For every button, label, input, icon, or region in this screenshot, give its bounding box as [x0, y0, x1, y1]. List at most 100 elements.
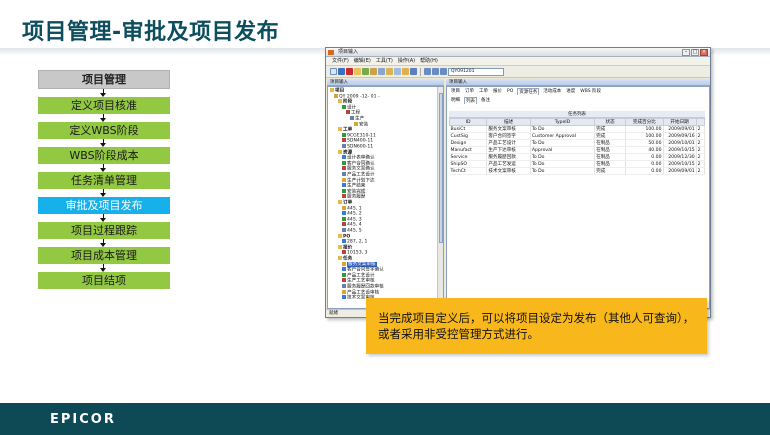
flow-step-1[interactable]: 定义项目核准	[38, 97, 170, 114]
project-id-input[interactable]: QY091201	[448, 67, 504, 76]
flow-step-6[interactable]: 项目过程跟踪	[38, 222, 170, 239]
table-cell: 0.00	[625, 167, 664, 175]
table-cell: 40.00	[625, 146, 664, 154]
sub-tab-1[interactable]: 列表	[464, 97, 477, 104]
menu-edit[interactable]: 编辑(E)	[354, 57, 371, 65]
delete-icon[interactable]	[346, 68, 353, 75]
table-cell: To Do	[530, 167, 596, 175]
column-header[interactable]: ID	[448, 118, 488, 126]
task-grid[interactable]: ID 描述 TypeID 状态 完成百分比 开始日期 BusiCt 服务文案审核 To Do 完…	[448, 118, 706, 175]
tree-scrollbar[interactable]	[437, 87, 443, 308]
tree-node[interactable]: 安装	[354, 121, 369, 128]
table-cell: To Do	[530, 153, 596, 161]
copy-icon[interactable]	[394, 68, 401, 75]
flow-header: 项目管理	[38, 70, 170, 89]
column-header[interactable]: 状态	[594, 118, 627, 126]
column-header[interactable]: 描述	[486, 118, 531, 126]
flow-step-3[interactable]: WBS阶段成本	[38, 147, 170, 164]
table-row[interactable]: CustSig 客户合同签字 Customer Approval 完成 100.00 20…	[449, 132, 706, 140]
folder-icon	[338, 149, 342, 154]
main-tab-2[interactable]: 工单	[478, 88, 489, 95]
node-icon	[342, 278, 346, 283]
table-row[interactable]: Service 服务履歷回款 To Do 在制品 0.00 2009/12/30 2	[449, 153, 706, 161]
menu-actions[interactable]: 操作(A)	[398, 57, 415, 65]
main-tab-4[interactable]: PO	[506, 88, 514, 95]
table-cell: 2	[696, 153, 706, 161]
nav-prev-icon[interactable]	[432, 68, 439, 75]
main-tab-bar: 项目 订单 工单 报价 PO 资源任务 活动成本 进度 WBS 阶段	[447, 88, 602, 95]
open-icon[interactable]	[354, 68, 361, 75]
folder-icon	[338, 127, 342, 132]
table-row[interactable]: Manufact 生产下达审核 Approval 在制品 40.00 2009/10/15…	[449, 146, 706, 154]
node-icon	[342, 222, 346, 227]
paste-icon[interactable]	[402, 68, 409, 75]
node-icon	[342, 284, 346, 288]
undo-icon[interactable]	[410, 68, 417, 75]
table-cell: Customer Approval	[530, 132, 596, 140]
table-cell: CustSig	[449, 132, 488, 140]
node-icon	[342, 188, 346, 193]
table-cell: Approval	[530, 146, 596, 154]
flow-step-2[interactable]: 定义WBS阶段	[38, 122, 170, 139]
flow-arrow	[38, 189, 170, 197]
main-tab-5[interactable]: 资源任务	[517, 88, 540, 95]
table-cell: 2009/09/01	[663, 167, 697, 175]
print-icon[interactable]	[378, 68, 385, 75]
main-tab-1[interactable]: 订单	[464, 88, 475, 95]
main-tab-7[interactable]: 进度	[565, 88, 576, 95]
table-cell: 100.00	[625, 132, 664, 140]
maximize-icon[interactable]: □	[691, 49, 699, 56]
menu-file[interactable]: 文件(F)	[332, 57, 349, 65]
flow-arrow	[38, 89, 170, 97]
table-cell: Design	[449, 139, 488, 147]
table-cell: 2009/10/15	[663, 146, 697, 154]
window-titlebar[interactable]: 项目输入 – □ ×	[326, 48, 710, 57]
table-cell: 完成	[594, 167, 627, 175]
folder-icon	[338, 256, 342, 260]
node-icon	[342, 177, 346, 182]
nav-next-icon[interactable]	[440, 68, 447, 75]
main-tab-6[interactable]: 活动成本	[542, 88, 562, 95]
table-row[interactable]: Design 产品工艺设计 To Do 在制品 50.00 2009/10/01 2	[449, 139, 706, 147]
node-icon	[342, 228, 346, 232]
close-icon[interactable]: ×	[700, 49, 708, 56]
cut-icon[interactable]	[386, 68, 393, 75]
main-tab-3[interactable]: 报价	[492, 88, 503, 95]
table-cell: TechCt	[449, 167, 488, 175]
table-cell: 客户合同签字	[486, 132, 531, 140]
main-tab-0[interactable]: 项目	[450, 88, 461, 95]
column-header[interactable]	[695, 118, 706, 126]
flow-step-4[interactable]: 任务清单管理	[38, 172, 170, 189]
window-title: 项目输入	[338, 49, 359, 55]
table-row[interactable]: ShipSO 产品工艺发运 To Do 在制品 0.00 2009/10/15 2	[449, 160, 706, 168]
save-icon[interactable]	[338, 68, 345, 75]
column-header[interactable]: 完成百分比	[625, 118, 664, 126]
table-cell: 在制品	[594, 146, 627, 154]
minimize-icon[interactable]: –	[682, 49, 690, 56]
sub-tab-2[interactable]: 备注	[480, 97, 491, 104]
project-tree[interactable]: 项目 QY 2009 -12- 01 - 阶段 设计 工程 生产 安装 工单 9CGE310-1…	[327, 86, 444, 309]
flow-step-7[interactable]: 项目成本管理	[38, 247, 170, 264]
table-row[interactable]: TechCt 技术文案审核 To Do 完成 0.00 2009/09/01 2	[449, 167, 706, 175]
binoculars-icon[interactable]	[424, 68, 431, 75]
attach-icon[interactable]	[370, 68, 377, 75]
new-icon[interactable]	[330, 68, 337, 75]
folder-icon	[338, 200, 342, 204]
flow-step-8[interactable]: 项目结项	[38, 272, 170, 289]
node-icon	[342, 144, 346, 148]
menu-help[interactable]: 帮助(H)	[420, 57, 438, 65]
slide-title: 项目管理-审批及项目发布	[22, 20, 280, 45]
node-icon	[342, 166, 346, 171]
tree-scroll-thumb[interactable]	[439, 93, 443, 243]
node-icon	[342, 295, 346, 300]
toolbar-separator	[420, 67, 421, 76]
table-row[interactable]: BusiCt 服务文案审核 To Do 完成 100.00 2009/09/01 2	[449, 125, 706, 133]
sub-tab-0[interactable]: 明细	[450, 97, 461, 104]
flow-step-5-active[interactable]: 审批及项目发布	[38, 197, 170, 214]
column-header[interactable]: TypeID	[529, 118, 596, 126]
column-header[interactable]: 开始日期	[662, 118, 697, 126]
main-tab-8[interactable]: WBS 阶段	[579, 88, 602, 95]
menu-tools[interactable]: 工具(T)	[376, 57, 393, 65]
refresh-icon[interactable]	[362, 68, 369, 75]
tree-node-label: 安装	[359, 122, 369, 128]
